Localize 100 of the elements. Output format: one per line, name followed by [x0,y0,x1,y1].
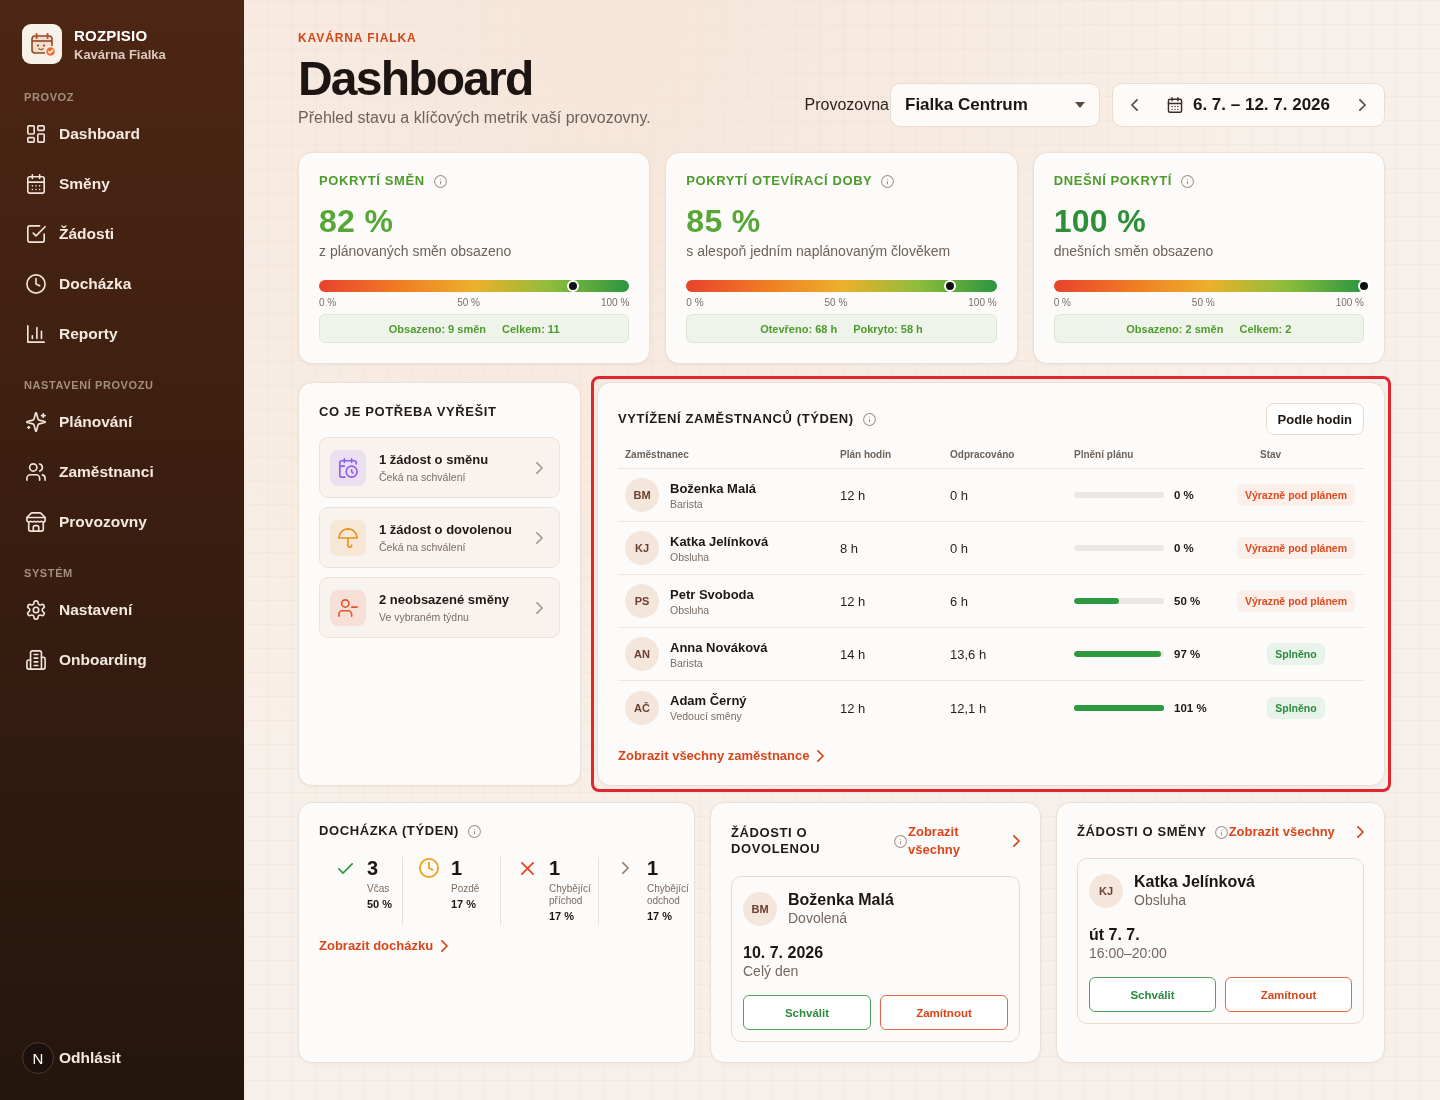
summary-text: Obsazeno: 9 směn [388,322,486,335]
page-subtitle: Přehled stavu a klíčových metrik vaší provozovny. [298,108,651,128]
reject-button[interactable]: Zamítnout [1225,977,1352,1012]
clock-icon [26,274,46,294]
requester-name: Boženka Malá [788,890,894,909]
letter-badge[interactable]: N [22,1042,54,1074]
scale-label: 0 % [319,297,337,309]
approve-button[interactable]: Schválit [1089,977,1216,1012]
chevron-right-icon [1359,99,1366,111]
stat-count: 3 [367,857,379,879]
column-header: Plnění plánu [1074,449,1134,460]
item-subtitle: Čeká na schválení [379,541,466,553]
stat-label: Pozdě [451,883,480,895]
chevron-right-icon [1357,826,1364,838]
view-all-link[interactable]: Zobrazit všechny [908,823,1020,859]
app-subtitle: Kavárna Fialka [74,46,166,62]
app-name: ROZPISIO [74,26,148,44]
logout-link[interactable]: Odhlásit [59,1049,121,1067]
request-type: Dovolená [788,910,848,927]
info-icon [1181,174,1195,188]
calendar-logo-icon [22,24,62,64]
section-label: SYSTÉM [24,566,73,580]
card-title: DNEŠNÍ POKRYTÍ [1053,173,1173,189]
metric-caption: z plánovaných směn obsazeno [319,243,512,259]
card-title: POKRYTÍ OTEVÍRACÍ DOBY [686,173,873,189]
percent-text: 0 % [1174,489,1194,501]
worked-hours: 12,1 h [950,700,987,716]
chevron-right-icon [621,862,629,874]
employee-name: Anna Nováková [670,639,768,655]
item-subtitle: Ve vybraném týdnu [379,611,469,623]
card-title: ŽÁDOSTI O DOVOLENOU [731,825,822,857]
card-title: POKRYTÍ SMĚN [319,173,425,189]
status-badge: Výrazně pod plánem [1236,484,1356,506]
status-badge: Výrazně pod plánem [1236,537,1356,559]
avatar: BM [625,478,659,512]
calendar-icon [1166,97,1183,113]
stat-count: 1 [451,857,463,879]
item-subtitle: Čeká na schválení [379,471,466,483]
scale-label: 100 % [600,297,630,309]
metric-value: 100 % [1053,203,1146,239]
card-title: VYTÍŽENÍ ZAMĚSTNANCŮ (TÝDEN) [618,411,854,427]
todo-item[interactable]: 1 žádost o směnu Čeká na schválení [319,437,560,498]
sort-button[interactable]: Podle hodin [1265,403,1364,435]
nav-item[interactable]: Nastavení [12,590,232,630]
employee-role: Obsluha [670,550,710,563]
stat-label: Včas [367,883,390,895]
stat-label: Chybějící příchod [549,883,592,907]
nav-item[interactable]: Reporty [12,314,232,354]
store-icon [26,512,46,532]
building-icon [26,650,46,670]
scale-label: 0 % [686,297,704,309]
check-icon [337,862,353,874]
eyebrow-label: KAVÁRNA FIALKA [298,31,417,45]
employee-name: Adam Černý [670,693,747,708]
stat-percent: 17 % [451,898,477,911]
page-title: Dashboard [298,53,533,105]
layout-grid-icon [26,124,46,144]
summary-text: Celkem: 11 [502,322,560,335]
view-attendance-link[interactable]: Zobrazit docházku [319,937,449,955]
request-time: 16:00–20:00 [1089,945,1167,962]
x-mark-icon [520,861,534,875]
nav-item[interactable]: Žádosti [12,214,232,254]
stat-label: Chybějící odchod [647,883,689,907]
info-icon [894,834,907,848]
avatar: BM [743,891,777,926]
bar-chart-icon [26,324,46,344]
percent-text: 97 % [1174,648,1201,660]
calendar-icon [26,174,46,194]
nav-item[interactable]: Dashboard [12,114,232,154]
nav-item[interactable]: Docházka [12,264,232,304]
scale-label: 100 % [968,297,997,309]
sparkle-icon [26,412,46,432]
percent-text: 0 % [1174,542,1194,554]
column-header: Plán hodin [840,449,892,460]
stat-percent: 50 % [367,898,393,911]
item-title: 2 neobsazené směny [379,592,510,607]
stat-count: 1 [549,857,561,879]
reject-button[interactable]: Zamítnout [880,995,1008,1030]
nav-item[interactable]: Provozovny [12,502,232,542]
worked-hours: 6 h [950,594,969,609]
nav-item[interactable]: Onboarding [12,640,232,680]
field-label: Provozovna [804,96,889,114]
approve-button[interactable]: Schválit [743,995,871,1030]
nav-item[interactable]: Zaměstnanci [12,452,232,492]
nav-item[interactable]: Směny [12,164,232,204]
view-all-link[interactable]: Zobrazit všechny [1228,823,1364,841]
chevron-right-icon [536,531,543,544]
avatar: KJ [625,531,659,565]
nav-item[interactable]: Plánování [12,402,232,442]
chevron-right-icon [441,940,449,952]
todo-item[interactable]: 2 neobsazené směny Ve vybraném týdnu [319,577,560,638]
location-select[interactable]: Fialka Centrum [890,83,1100,127]
request-date: 10. 7. 2026 [743,943,824,963]
users-icon [26,462,46,482]
card-title: ŽÁDOSTI O SMĚNY [1077,824,1207,840]
employee-role: Barista [670,656,703,669]
todo-item[interactable]: 1 žádost o dovolenou Čeká na schválení [319,507,560,568]
chevron-left-icon [1131,99,1138,111]
worked-hours: 0 h [950,541,969,556]
view-all-link[interactable]: Zobrazit všechny zaměstnance [618,747,825,765]
